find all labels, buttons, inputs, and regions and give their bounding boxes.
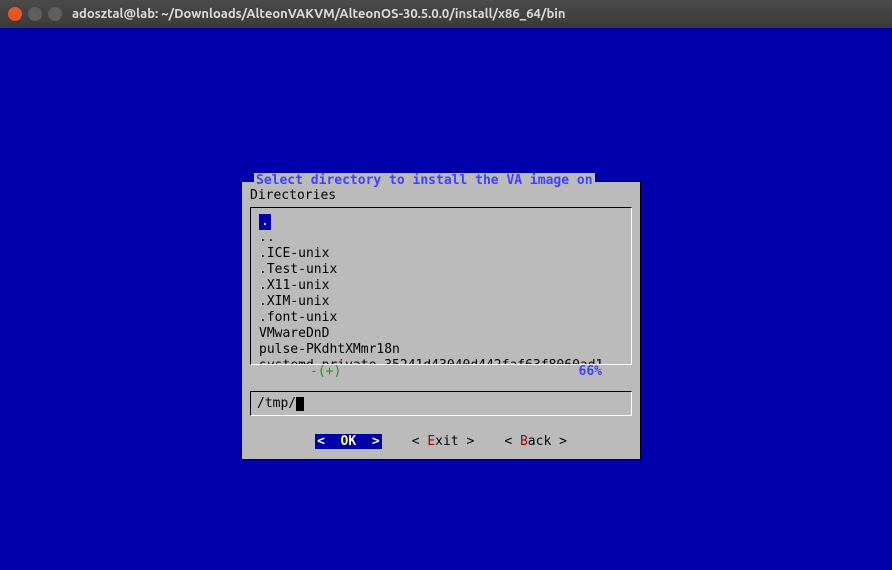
window-title: adosztal@lab: ~/Downloads/AlteonVAKVM/Al… bbox=[72, 7, 566, 21]
close-icon[interactable] bbox=[8, 7, 22, 21]
scroll-gauge: -(+) 66% bbox=[250, 364, 632, 379]
gauge-percent: 66% bbox=[579, 364, 602, 379]
list-item[interactable]: .X11-unix bbox=[259, 278, 623, 294]
maximize-icon[interactable] bbox=[48, 7, 62, 21]
list-item[interactable]: systemd-private-35241d43040d442faf63f806… bbox=[259, 358, 623, 365]
text-cursor bbox=[296, 397, 304, 411]
list-item[interactable]: VMwareDnD bbox=[259, 326, 623, 342]
ok-button[interactable]: < OK > bbox=[315, 434, 382, 449]
list-item[interactable]: .ICE-unix bbox=[259, 246, 623, 262]
list-item[interactable]: .XIM-unix bbox=[259, 294, 623, 310]
dialog-title: Select directory to install the VA image… bbox=[254, 173, 595, 188]
list-item[interactable]: . bbox=[259, 214, 271, 230]
directory-select-dialog: Select directory to install the VA image… bbox=[241, 181, 641, 460]
list-item[interactable]: .. bbox=[259, 230, 623, 246]
back-button[interactable]: < Back > bbox=[504, 434, 567, 449]
exit-button[interactable]: < Exit > bbox=[412, 434, 475, 449]
terminal-area: Select directory to install the VA image… bbox=[0, 28, 892, 570]
gauge-left: -(+) bbox=[310, 364, 341, 379]
list-item[interactable]: pulse-PKdhtXMmr18n bbox=[259, 342, 623, 358]
list-item[interactable]: .font-unix bbox=[259, 310, 623, 326]
path-input-value: /tmp/ bbox=[257, 396, 296, 411]
list-item[interactable]: .Test-unix bbox=[259, 262, 623, 278]
minimize-icon[interactable] bbox=[28, 7, 42, 21]
window-controls bbox=[8, 7, 62, 21]
dialog-buttons: < OK > < Exit > < Back > bbox=[250, 434, 632, 449]
window-titlebar: adosztal@lab: ~/Downloads/AlteonVAKVM/Al… bbox=[0, 0, 892, 28]
directory-listbox[interactable]: . .. .ICE-unix .Test-unix .X11-unix .XIM… bbox=[250, 207, 632, 365]
path-input[interactable]: /tmp/ bbox=[250, 391, 632, 416]
directories-label: Directories bbox=[250, 188, 632, 203]
